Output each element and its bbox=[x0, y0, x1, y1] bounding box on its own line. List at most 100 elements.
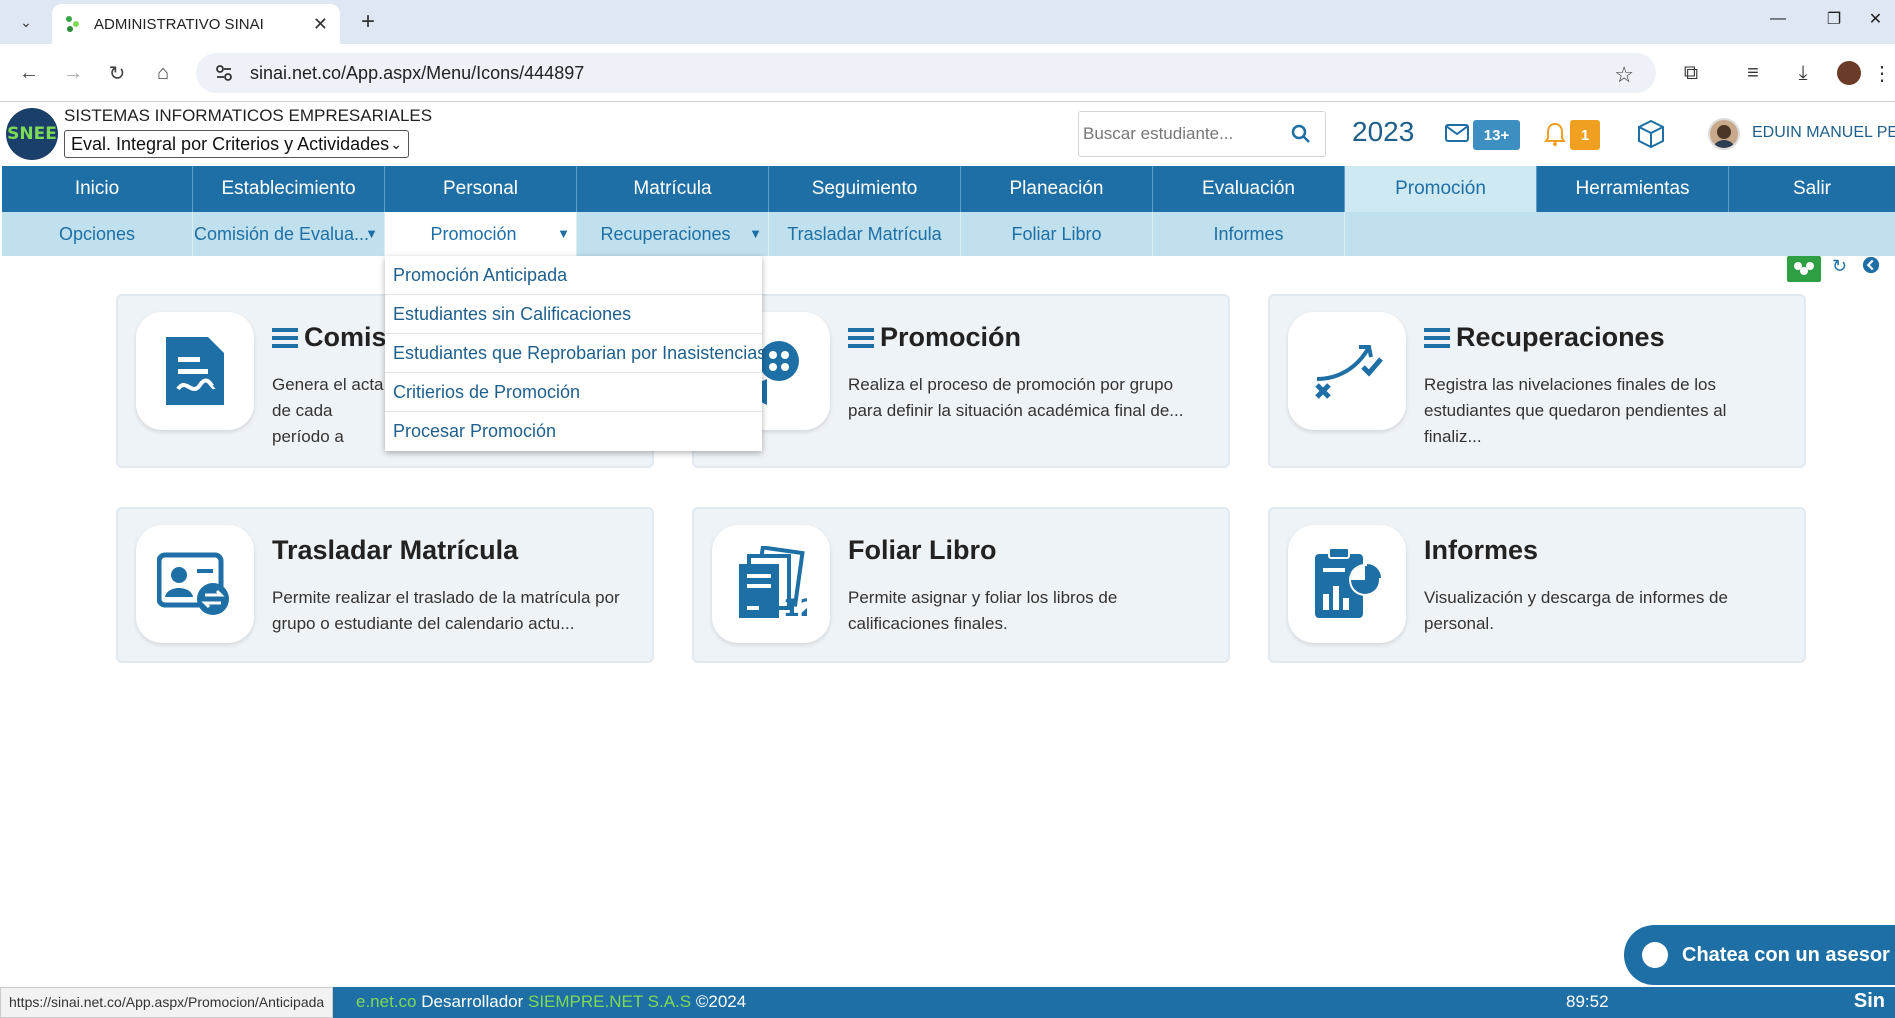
card-description: Permite realizar el traslado de la matrí… bbox=[272, 588, 620, 633]
bookmark-star-icon[interactable]: ☆ bbox=[1614, 62, 1634, 88]
user-name[interactable]: EDUIN MANUEL PE... bbox=[1752, 124, 1895, 142]
extensions-icon[interactable]: ⧉ bbox=[1674, 56, 1708, 90]
cube-icon[interactable] bbox=[1635, 118, 1667, 150]
notification-count-badge[interactable]: 1 bbox=[1570, 120, 1600, 150]
session-timer: 89:52 bbox=[1566, 992, 1609, 1011]
search-icon[interactable] bbox=[1289, 122, 1313, 146]
submenu-opciones[interactable]: Opciones bbox=[2, 212, 193, 256]
student-search-input[interactable] bbox=[1083, 124, 1283, 144]
card-description: Registra las nivelaciones finales de los… bbox=[1424, 375, 1727, 446]
card-foliar-libro[interactable]: 12 Foliar Libro Permite asignar y foliar… bbox=[692, 507, 1230, 663]
menu-inicio[interactable]: Inicio bbox=[2, 166, 193, 212]
dropdown-item-sin-calificaciones[interactable]: Estudiantes sin Calificaciones bbox=[385, 295, 762, 334]
card-trasladar-matricula[interactable]: Trasladar Matrícula Permite realizar el … bbox=[116, 507, 654, 663]
tab-title: ADMINISTRATIVO SINAI bbox=[94, 15, 264, 33]
mail-count-badge[interactable]: 13+ bbox=[1473, 120, 1520, 150]
back-button[interactable]: ← bbox=[12, 56, 46, 90]
minimize-button[interactable]: — bbox=[1750, 0, 1806, 38]
card-title: Informes bbox=[1424, 535, 1539, 565]
menu-promocion[interactable]: Promoción bbox=[1345, 166, 1537, 212]
address-bar[interactable]: sinai.net.co/App.aspx/Menu/Icons/444897 … bbox=[196, 53, 1656, 93]
card-title: Trasladar Matrícula bbox=[272, 535, 519, 565]
footer-brand: Sin bbox=[1853, 990, 1885, 1012]
svg-text:12: 12 bbox=[783, 594, 807, 622]
menu-list-icon bbox=[272, 327, 298, 348]
collapse-left-icon[interactable] bbox=[1862, 256, 1882, 282]
dropdown-item-anticipada[interactable]: Promoción Anticipada bbox=[385, 256, 762, 295]
submenu-foliar[interactable]: Foliar Libro bbox=[961, 212, 1153, 256]
refresh-icon[interactable]: ↻ bbox=[1832, 256, 1852, 282]
browser-toolbar: ← → ↻ ⌂ sinai.net.co/App.aspx/Menu/Icons… bbox=[0, 44, 1895, 102]
menu-planeacion[interactable]: Planeación bbox=[961, 166, 1153, 212]
chat-advisor-button[interactable]: Chatea con un asesor bbox=[1624, 925, 1895, 985]
sub-menu: Opciones Comisión de Evalua... ▼ Promoció… bbox=[2, 212, 1895, 256]
menu-list-icon bbox=[1424, 327, 1450, 348]
recovery-curve-icon bbox=[1288, 312, 1406, 430]
submenu-informes[interactable]: Informes bbox=[1153, 212, 1345, 256]
submenu-comision[interactable]: Comisión de Evalua... ▼ bbox=[193, 212, 385, 256]
card-description: Visualización y descarga de informes de … bbox=[1424, 588, 1728, 633]
school-year[interactable]: 2023 bbox=[1352, 116, 1414, 148]
tab-search-button[interactable]: ⌄ bbox=[10, 6, 42, 38]
chevron-down-icon: ⌄ bbox=[390, 135, 402, 152]
card-promocion[interactable]: Promoción Realiza el proceso de promoció… bbox=[692, 294, 1230, 468]
forward-button[interactable]: → bbox=[56, 56, 90, 90]
caret-down-icon: ▼ bbox=[365, 226, 378, 241]
card-description: Realiza el proceso de promoción por grup… bbox=[848, 375, 1184, 420]
card-title: Recuperaciones bbox=[1424, 322, 1665, 353]
dropdown-item-inasistencias[interactable]: Estudiantes que Reprobarian por Inasiste… bbox=[385, 334, 766, 373]
submenu-promocion[interactable]: Promoción ▼ bbox=[385, 212, 577, 256]
company-logo[interactable]: SNEE bbox=[6, 108, 58, 160]
app-header: SNEE SISTEMAS INFORMATICOS EMPRESARIALES… bbox=[0, 102, 1895, 166]
site-info-icon[interactable] bbox=[214, 63, 234, 83]
browser-menu-icon[interactable]: ⋮ bbox=[1872, 56, 1892, 90]
card-title: Promoción bbox=[848, 322, 1021, 353]
mail-icon[interactable] bbox=[1445, 123, 1469, 143]
submenu-trasladar[interactable]: Trasladar Matrícula bbox=[769, 212, 961, 256]
student-search bbox=[1078, 111, 1326, 157]
card-description: Genera el acta de cada período a bbox=[272, 375, 384, 446]
bell-icon[interactable] bbox=[1543, 121, 1567, 147]
menu-herramientas[interactable]: Herramientas bbox=[1537, 166, 1729, 212]
numbered-pages-icon: 12 bbox=[712, 525, 830, 643]
company-name: SISTEMAS INFORMATICOS EMPRESARIALES bbox=[64, 106, 433, 125]
menu-evaluacion[interactable]: Evaluación bbox=[1153, 166, 1345, 212]
evaluation-type-select[interactable]: Eval. Integral por Criterios y Actividad… bbox=[64, 130, 409, 158]
browser-tab[interactable]: ADMINISTRATIVO SINAI ✕ bbox=[52, 4, 340, 44]
url-text: sinai.net.co/App.aspx/Menu/Icons/444897 bbox=[250, 62, 585, 83]
card-title: Foliar Libro bbox=[848, 535, 997, 565]
caret-down-icon: ▼ bbox=[749, 226, 762, 241]
browser-tab-strip: ⌄ ADMINISTRATIVO SINAI ✕ + — ❐ ✕ bbox=[0, 0, 1895, 44]
document-sign-icon bbox=[136, 312, 254, 430]
menu-establecimiento[interactable]: Establecimiento bbox=[193, 166, 385, 212]
restore-button[interactable]: ❐ bbox=[1806, 0, 1862, 38]
close-window-button[interactable]: ✕ bbox=[1856, 0, 1895, 38]
dropdown-item-procesar[interactable]: Procesar Promoción bbox=[385, 412, 762, 451]
menu-matricula[interactable]: Matrícula bbox=[577, 166, 769, 212]
chat-bubble-icon bbox=[1642, 942, 1668, 968]
profile-avatar-icon[interactable] bbox=[1832, 56, 1866, 90]
new-tab-button[interactable]: + bbox=[352, 6, 384, 38]
menu-list-icon bbox=[848, 327, 874, 348]
download-icon[interactable]: ⤓ bbox=[1786, 56, 1820, 90]
card-title: Comisi bbox=[272, 322, 394, 353]
menu-seguimiento[interactable]: Seguimiento bbox=[769, 166, 961, 212]
promocion-dropdown: Promoción Anticipada Estudiantes sin Cal… bbox=[385, 256, 766, 451]
users-group-icon[interactable] bbox=[1787, 256, 1821, 282]
reload-button[interactable]: ↻ bbox=[100, 56, 134, 90]
main-menu: Inicio Establecimiento Personal Matrícul… bbox=[2, 166, 1895, 212]
home-button[interactable]: ⌂ bbox=[146, 56, 180, 90]
card-informes[interactable]: Informes Visualización y descarga de inf… bbox=[1268, 507, 1806, 663]
caret-down-icon: ▼ bbox=[557, 226, 570, 241]
dropdown-item-criterios[interactable]: Critierios de Promoción bbox=[385, 373, 762, 412]
tab-close-icon[interactable]: ✕ bbox=[313, 14, 328, 35]
menu-salir[interactable]: Salir bbox=[1729, 166, 1895, 212]
transfer-student-icon bbox=[136, 525, 254, 643]
footer-credits: e.net.co Desarrollador SIEMPRE.NET S.A.S… bbox=[356, 992, 747, 1011]
menu-personal[interactable]: Personal bbox=[385, 166, 577, 212]
media-control-icon[interactable]: ≡ bbox=[1736, 56, 1770, 90]
submenu-recuperaciones[interactable]: Recuperaciones ▼ bbox=[577, 212, 769, 256]
user-avatar[interactable] bbox=[1708, 118, 1740, 150]
card-recuperaciones[interactable]: Recuperaciones Registra las nivelaciones… bbox=[1268, 294, 1806, 468]
report-chart-icon bbox=[1288, 525, 1406, 643]
